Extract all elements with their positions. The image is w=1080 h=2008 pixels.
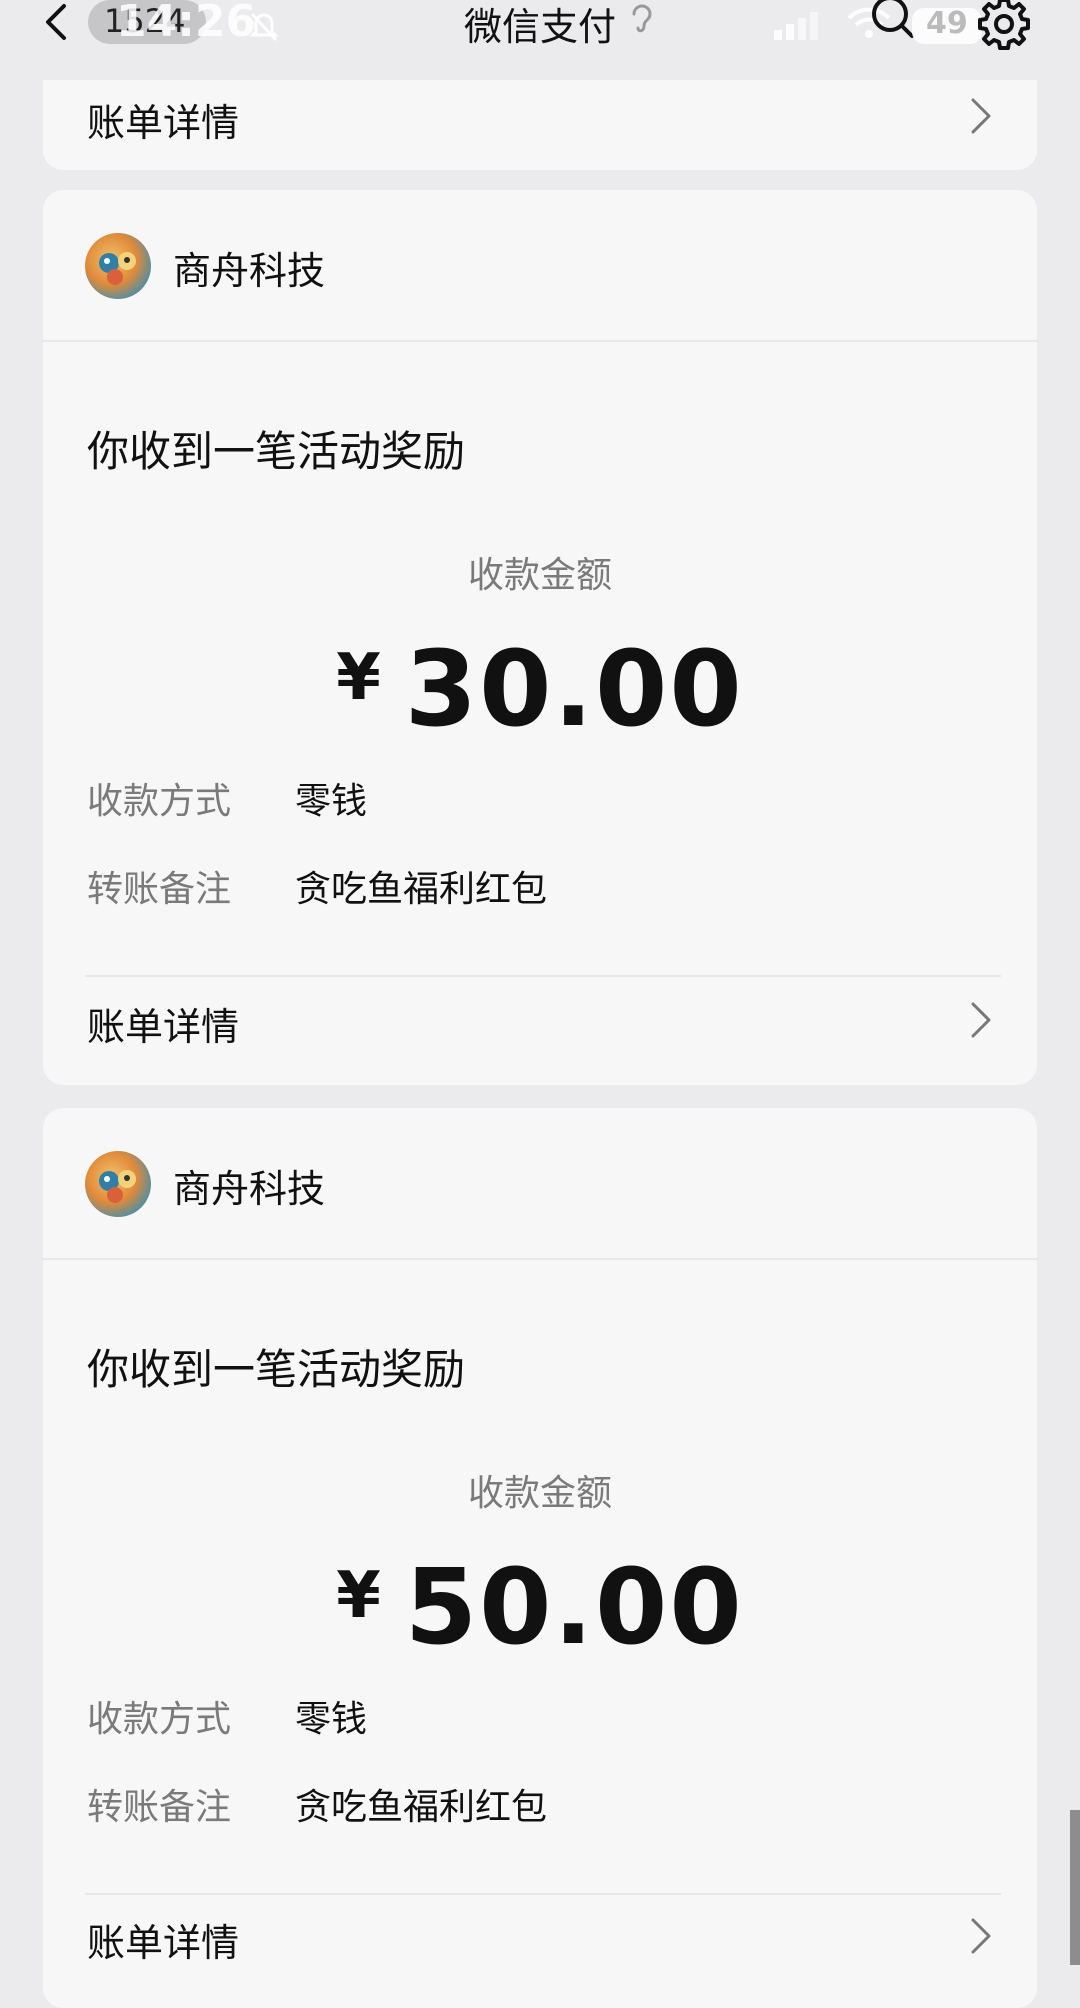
merchant-name: 商舟科技 [173,1167,326,1211]
avatar-image [99,252,136,285]
transfer-note-label: 转账备注 [87,869,232,910]
bill-details-label: 账单详情 [87,1921,240,1965]
currency-symbol: ¥ [336,641,383,715]
payment-method-label: 收款方式 [87,1699,232,1740]
divider [43,340,1037,342]
merchant-name: 商舟科技 [173,249,326,293]
chevron-right-icon [971,1918,991,1954]
avatar-image [99,1170,136,1203]
divider [85,975,1001,977]
previous-message-card: 账单详情 [43,80,1037,170]
message-headline: 你收到一笔活动奖励 [87,427,466,476]
divider [85,1893,1001,1895]
battery-level: 49 [926,6,968,41]
amount-value: ¥50.00 [43,1546,1037,1668]
payment-message-card: 商舟科技 你收到一笔活动奖励 收款金额 ¥30.00 收款方式 零钱 转账备注 … [43,190,1037,1085]
merchant-header[interactable]: 商舟科技 [43,190,1037,340]
merchant-header[interactable]: 商舟科技 [43,1108,1037,1258]
payment-method-label: 收款方式 [87,781,232,822]
signal-icon [774,12,818,40]
amount-label: 收款金额 [467,1473,612,1514]
payment-method-value: 零钱 [295,781,368,822]
gear-icon[interactable] [976,0,1032,52]
currency-symbol: ¥ [336,1559,383,1633]
top-bar: 1524 14:26 微信支付 49 [0,0,1080,60]
merchant-avatar[interactable] [85,233,151,299]
payment-message-card: 商舟科技 你收到一笔活动奖励 收款金额 ¥50.00 收款方式 零钱 转账备注 … [43,1108,1037,2008]
chevron-right-icon [971,98,991,134]
amount-number: 50.00 [404,1546,744,1668]
chevron-right-icon [971,1002,991,1038]
listen-mode-icon[interactable] [628,2,656,38]
transfer-note-label: 转账备注 [87,1787,232,1828]
amount-number: 30.00 [404,628,744,750]
bill-details-row[interactable]: 账单详情 [43,980,1037,1070]
payment-method-value: 零钱 [295,1699,368,1740]
bill-details-label: 账单详情 [87,101,240,145]
transfer-note-value: 贪吃鱼福利红包 [295,869,548,910]
search-icon[interactable] [868,0,918,44]
amount-value: ¥30.00 [43,628,1037,750]
bill-details-row[interactable]: 账单详情 [43,80,1037,170]
amount-label: 收款金额 [467,555,612,596]
scrollbar[interactable] [1070,1810,1080,1965]
transfer-note-value: 贪吃鱼福利红包 [295,1787,548,1828]
merchant-avatar[interactable] [85,1151,151,1217]
message-headline: 你收到一笔活动奖励 [87,1345,466,1394]
bill-details-label: 账单详情 [87,1005,240,1049]
divider [43,1258,1037,1260]
bill-details-row[interactable]: 账单详情 [43,1898,1037,1988]
